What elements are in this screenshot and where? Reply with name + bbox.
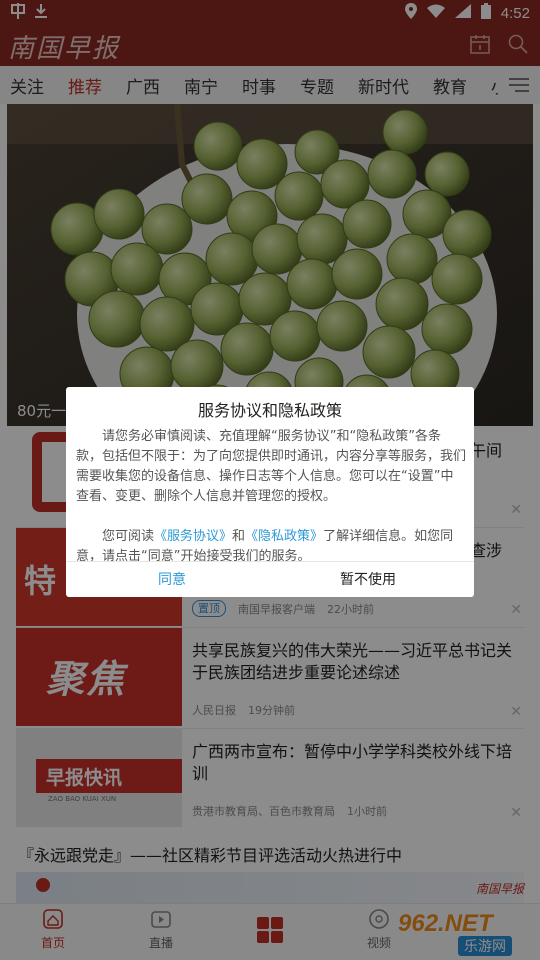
dialog-body: 请您务必审慎阅读、充值理解“服务协议”和“隐私政策”各条款，包括但不限于：为了向…	[76, 427, 466, 567]
decline-button[interactable]: 暂不使用	[266, 563, 470, 597]
service-agreement-link[interactable]: 《服务协议》	[154, 529, 232, 544]
dialog-divider	[66, 561, 474, 562]
dialog-title: 服务协议和隐私政策	[197, 401, 342, 420]
privacy-dialog: 服务协议和隐私政策 请您务必审慎阅读、充值理解“服务协议”和“隐私政策”各条款，…	[66, 387, 474, 597]
agree-button[interactable]: 同意	[70, 563, 274, 597]
dialog-paragraph: 请您务必审慎阅读、充值理解“服务协议”和“隐私政策”各条款，包括但不限于：为了向…	[76, 429, 467, 504]
privacy-policy-link[interactable]: 《隐私政策》	[245, 529, 323, 544]
